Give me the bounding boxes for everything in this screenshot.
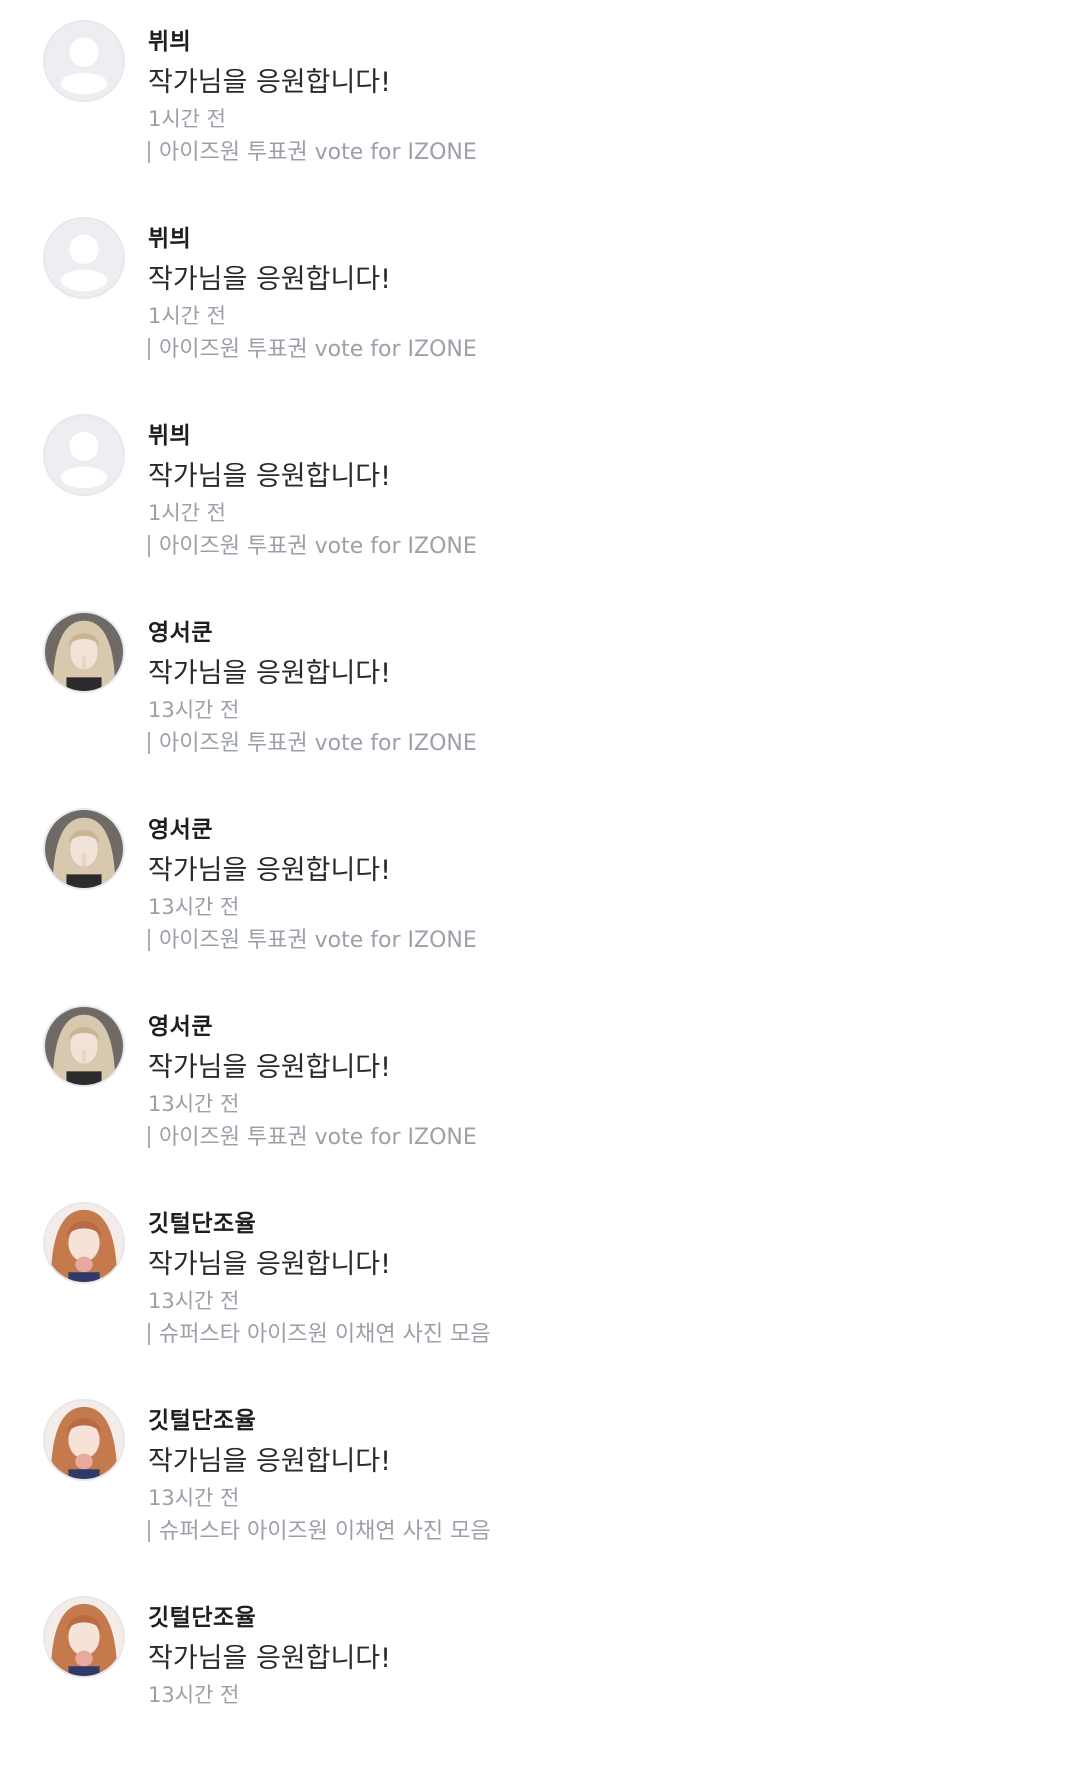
user-photo-icon <box>45 810 123 888</box>
default-profile-icon <box>45 219 123 297</box>
divider <box>148 535 150 557</box>
default-profile-icon <box>45 416 123 494</box>
source-post-title: 슈퍼스타 아이즈원 이채연 사진 모음 <box>159 1322 491 1347</box>
comment-item: 뷔븨 작가님을 응원합니다! 1시간 전 아이즈원 투표권 vote for I… <box>0 197 1080 394</box>
comment-item: 깃털단조율 작가님을 응원합니다! 13시간 전 슈퍼스타 아이즈원 이채연 사… <box>0 1379 1080 1576</box>
divider <box>148 1126 150 1148</box>
source-post-link[interactable]: 아이즈원 투표권 vote for IZONE <box>148 1119 477 1151</box>
comment-message: 작가님을 응원합니다! <box>148 855 391 886</box>
comment-message: 작가님을 응원합니다! <box>148 1643 391 1674</box>
username[interactable]: 영서쿤 <box>148 613 213 647</box>
timestamp: 1시간 전 <box>148 107 226 131</box>
source-post-link[interactable]: 슈퍼스타 아이즈원 이채연 사진 모음 <box>148 1316 491 1348</box>
username[interactable]: 뷔븨 <box>148 219 191 253</box>
comment-message: 작가님을 응원합니다! <box>148 658 391 689</box>
divider <box>148 1323 150 1345</box>
source-post-title: 아이즈원 투표권 vote for IZONE <box>159 140 477 165</box>
source-post-title: 아이즈원 투표권 vote for IZONE <box>159 337 477 362</box>
timestamp: 13시간 전 <box>148 1683 240 1707</box>
comment-item: 깃털단조율 작가님을 응원합니다! 13시간 전 슈퍼스타 아이즈원 이채연 사… <box>0 1182 1080 1379</box>
source-post-link[interactable]: 아이즈원 투표권 vote for IZONE <box>148 922 477 954</box>
divider <box>148 732 150 754</box>
source-post-title: 슈퍼스타 아이즈원 이채연 사진 모음 <box>159 1519 491 1544</box>
divider <box>148 141 150 163</box>
comment-item: 뷔븨 작가님을 응원합니다! 1시간 전 아이즈원 투표권 vote for I… <box>0 0 1080 197</box>
divider <box>148 929 150 951</box>
source-post-link[interactable]: 아이즈원 투표권 vote for IZONE <box>148 725 477 757</box>
user-photo-icon <box>45 613 123 691</box>
cheer-comment-list: 뷔븨 작가님을 응원합니다! 1시간 전 아이즈원 투표권 vote for I… <box>0 0 1080 1773</box>
username[interactable]: 깃털단조율 <box>148 1204 256 1238</box>
comment-item: 영서쿤 작가님을 응원합니다! 13시간 전 아이즈원 투표권 vote for… <box>0 985 1080 1182</box>
avatar[interactable] <box>43 1596 125 1678</box>
default-profile-icon <box>45 22 123 100</box>
timestamp: 1시간 전 <box>148 304 226 328</box>
user-photo-icon <box>45 1204 123 1282</box>
user-photo-icon <box>45 1007 123 1085</box>
user-photo-icon <box>45 1401 123 1479</box>
comment-message: 작가님을 응원합니다! <box>148 1052 391 1083</box>
source-post-link[interactable]: 아이즈원 투표권 vote for IZONE <box>148 134 477 166</box>
source-post-title: 아이즈원 투표권 vote for IZONE <box>159 534 477 559</box>
source-post-link[interactable]: 아이즈원 투표권 vote for IZONE <box>148 331 477 363</box>
source-post-link[interactable]: 아이즈원 투표권 vote for IZONE <box>148 528 477 560</box>
avatar[interactable] <box>43 414 125 496</box>
comment-message: 작가님을 응원합니다! <box>148 67 391 98</box>
comment-item: 영서쿤 작가님을 응원합니다! 13시간 전 아이즈원 투표권 vote for… <box>0 788 1080 985</box>
comment-item: 영서쿤 작가님을 응원합니다! 13시간 전 아이즈원 투표권 vote for… <box>0 591 1080 788</box>
avatar[interactable] <box>43 1202 125 1284</box>
comment-item: 깃털단조율 작가님을 응원합니다! 13시간 전 <box>0 1576 1080 1773</box>
timestamp: 13시간 전 <box>148 1289 240 1313</box>
source-post-title: 아이즈원 투표권 vote for IZONE <box>159 731 477 756</box>
avatar[interactable] <box>43 808 125 890</box>
user-photo-icon <box>45 1598 123 1676</box>
comment-message: 작가님을 응원합니다! <box>148 461 391 492</box>
source-post-title: 아이즈원 투표권 vote for IZONE <box>159 1125 477 1150</box>
username[interactable]: 깃털단조율 <box>148 1598 256 1632</box>
source-post-title: 아이즈원 투표권 vote for IZONE <box>159 928 477 953</box>
comment-message: 작가님을 응원합니다! <box>148 1446 391 1477</box>
divider <box>148 338 150 360</box>
username[interactable]: 뷔븨 <box>148 22 191 56</box>
timestamp: 13시간 전 <box>148 895 240 919</box>
timestamp: 13시간 전 <box>148 1092 240 1116</box>
avatar[interactable] <box>43 611 125 693</box>
source-post-link[interactable]: 슈퍼스타 아이즈원 이채연 사진 모음 <box>148 1513 491 1545</box>
avatar[interactable] <box>43 217 125 299</box>
username[interactable]: 깃털단조율 <box>148 1401 256 1435</box>
username[interactable]: 뷔븨 <box>148 416 191 450</box>
timestamp: 13시간 전 <box>148 1486 240 1510</box>
username[interactable]: 영서쿤 <box>148 1007 213 1041</box>
timestamp: 1시간 전 <box>148 501 226 525</box>
timestamp: 13시간 전 <box>148 698 240 722</box>
avatar[interactable] <box>43 1399 125 1481</box>
comment-message: 작가님을 응원합니다! <box>148 1249 391 1280</box>
comment-item: 뷔븨 작가님을 응원합니다! 1시간 전 아이즈원 투표권 vote for I… <box>0 394 1080 591</box>
username[interactable]: 영서쿤 <box>148 810 213 844</box>
divider <box>148 1520 150 1542</box>
avatar[interactable] <box>43 1005 125 1087</box>
comment-message: 작가님을 응원합니다! <box>148 264 391 295</box>
avatar[interactable] <box>43 20 125 102</box>
